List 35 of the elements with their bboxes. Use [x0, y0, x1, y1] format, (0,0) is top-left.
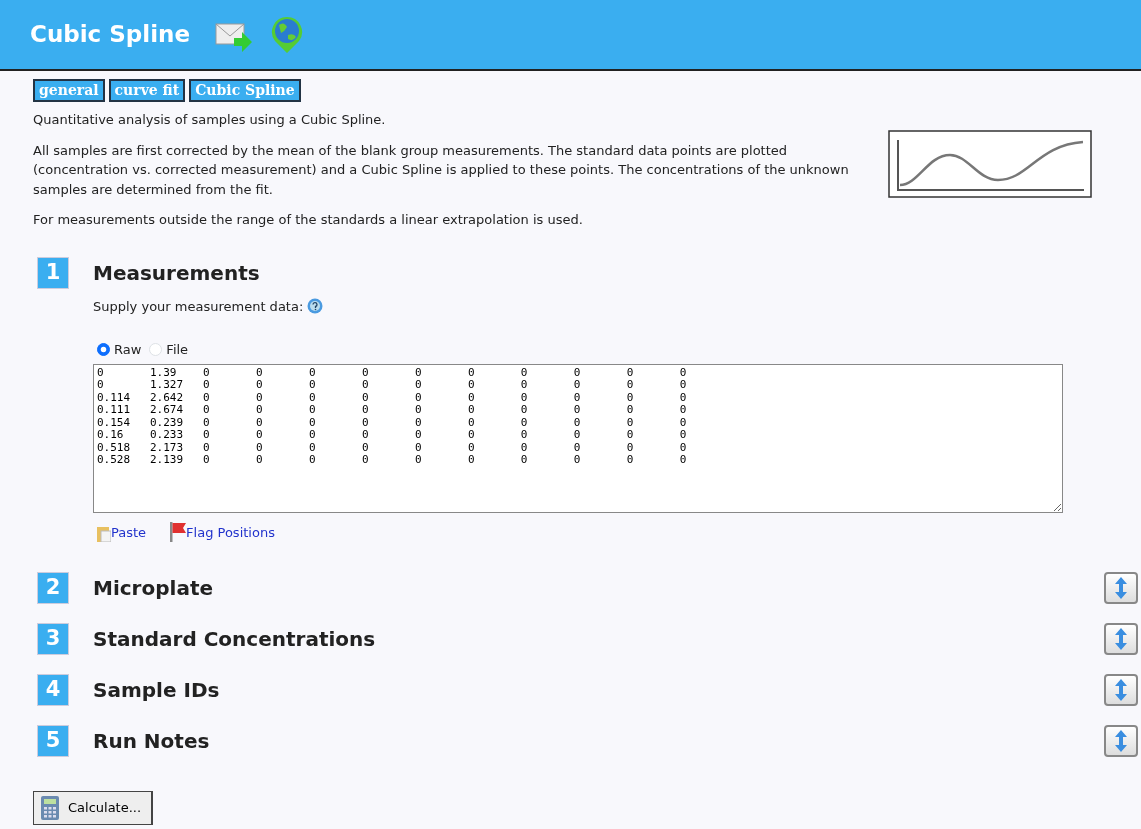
expand-button[interactable] [1104, 623, 1138, 655]
radio-label: File [166, 341, 189, 359]
description-text: All samples are first corrected by the mean of the blank group measurements. The standard data points are plotted (concentration vs. corrected measurement) and a Cubic Spline is applied to these points. The concentrations of the unknown samples are determined from the fit. [33, 141, 850, 199]
action-link[interactable]: Paste [111, 522, 147, 542]
step-number: 2 [37, 572, 69, 604]
calculator-icon [40, 795, 60, 821]
prompt-text: Supply your measurement data: [93, 297, 304, 316]
up-down-arrow-icon [1114, 576, 1128, 600]
radio-label: Raw [114, 341, 142, 359]
page-title: Cubic Spline [30, 20, 190, 50]
section-title: Standard Concentrations [93, 626, 376, 653]
expand-button[interactable] [1104, 674, 1138, 706]
step-number: 4 [37, 674, 69, 706]
data-field[interactable]: 0 1.39 0 0 0 0 0 0 0 0 0 0 0 1.327 0 0 0 0 0 0 0 0 0 0 0.114 2.642 0 0 0 0 0 0 0 0 0 0 0.111 2.674 0 0 0 0 0 0 0 0 0 0 0.154 0.239 0 0 0 0 0 0 0 0 0 0 0.16 0.233 0 0 0 0 0 0 0 0 0 0 0.518 2.173 0 0 0 0 0 0 0 0 0 0 0.528 2.139 0 0 0 0 0 0 0 0 0 0 [93, 363, 1063, 513]
action-link[interactable]: Flag Positions [186, 522, 275, 542]
step-number: 5 [37, 725, 69, 757]
section-title: Microplate [93, 575, 213, 602]
expand-button[interactable] [1104, 725, 1138, 757]
up-down-arrow-icon [1114, 678, 1128, 702]
radio-button[interactable] [97, 343, 110, 357]
description-text: Quantitative analysis of samples using a Cubic Spline. [33, 111, 387, 129]
help-icon[interactable] [307, 298, 324, 315]
section-title: Measurements [93, 259, 260, 287]
calculate-button[interactable]: Calculate... [33, 791, 154, 825]
clipboard-icon [97, 526, 111, 542]
up-down-arrow-icon [1114, 627, 1128, 651]
flag-icon [170, 522, 187, 542]
description-text: For measurements outside the range of the standards a linear extrapolation is used. [33, 211, 584, 229]
step-number: 1 [37, 256, 69, 289]
step-number: 3 [37, 623, 69, 655]
up-down-arrow-icon [1114, 729, 1128, 753]
section-title: Run Notes [93, 728, 210, 755]
expand-button[interactable] [1104, 572, 1138, 604]
globe-icon[interactable] [270, 14, 304, 55]
section-title: Sample IDs [93, 677, 220, 704]
